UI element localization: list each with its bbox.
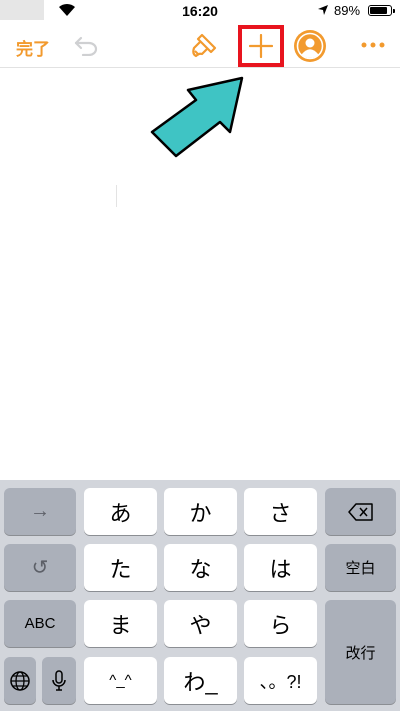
kana-key-sa[interactable]: さ xyxy=(244,488,317,535)
more-options-icon[interactable] xyxy=(360,36,386,54)
kaomoji-key[interactable]: ^_^ xyxy=(84,657,157,704)
space-key[interactable]: 空白 xyxy=(325,544,396,591)
toolbar: 完了 xyxy=(0,22,400,68)
collaborate-person-icon[interactable] xyxy=(293,29,327,63)
kana-key-ma[interactable]: ま xyxy=(84,600,157,647)
globe-icon xyxy=(10,670,30,691)
kana-key-ra[interactable]: ら xyxy=(244,600,317,647)
microphone-icon xyxy=(52,669,66,691)
abc-key[interactable]: ABC xyxy=(4,600,76,647)
forward-key[interactable]: → xyxy=(4,488,76,535)
undo-key[interactable]: ↺ xyxy=(4,544,76,591)
pointer-arrow-icon xyxy=(150,76,244,158)
punctuation-key[interactable]: 、。?! xyxy=(244,657,317,704)
kana-key-ha[interactable]: は xyxy=(244,544,317,591)
kana-key-ka[interactable]: か xyxy=(164,488,237,535)
text-cursor xyxy=(116,185,117,207)
kana-key-ta[interactable]: た xyxy=(84,544,157,591)
undo-icon[interactable] xyxy=(74,34,100,56)
kana-key-na[interactable]: な xyxy=(164,544,237,591)
add-button[interactable] xyxy=(238,25,284,67)
delete-key[interactable] xyxy=(325,488,396,535)
status-bar: 16:20 89% xyxy=(0,0,400,22)
kana-key-a[interactable]: あ xyxy=(84,488,157,535)
location-arrow-icon xyxy=(318,5,328,15)
globe-key[interactable] xyxy=(4,657,36,704)
backspace-icon xyxy=(347,502,373,521)
microphone-key[interactable] xyxy=(42,657,76,704)
battery-icon xyxy=(368,5,395,16)
paintbrush-icon[interactable] xyxy=(190,32,218,60)
plus-icon xyxy=(249,34,273,58)
kana-key-ya[interactable]: や xyxy=(164,600,237,647)
japanese-kana-keyboard: → ↺ ABC あ か さ た な は ま や ら ^_^ わ_ 、。?! 空白 xyxy=(0,480,400,711)
return-key[interactable]: 改行 xyxy=(325,600,396,704)
done-button[interactable]: 完了 xyxy=(16,35,50,60)
kana-key-wa[interactable]: わ_ xyxy=(164,657,237,704)
battery-percent: 89% xyxy=(334,3,361,18)
